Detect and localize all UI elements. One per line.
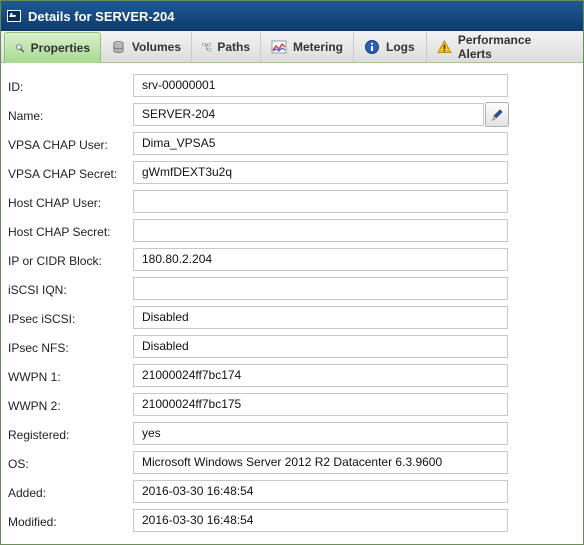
row-os: OS: Microsoft Windows Server 2012 R2 Dat…	[1, 450, 583, 479]
row-iscsi-iqn: iSCSI IQN:	[1, 276, 583, 305]
tab-label: Properties	[30, 41, 90, 55]
name-label: Name:	[8, 109, 44, 123]
host-chap-user-field[interactable]	[133, 190, 508, 213]
host-chap-secret-field[interactable]	[133, 219, 508, 242]
row-vpsa-chap-secret: VPSA CHAP Secret: gWmfDEXT3u2q	[1, 160, 583, 189]
paths-icon	[202, 43, 212, 51]
row-registered: Registered: yes	[1, 421, 583, 450]
tab-label: Logs	[386, 40, 415, 54]
wwpn2-field[interactable]: 21000024ff7bc175	[133, 393, 508, 416]
row-modified: Modified: 2016-03-30 16:48:54	[1, 508, 583, 537]
ip-cidr-field[interactable]: 180.80.2.204	[133, 248, 508, 271]
tab-label: Volumes	[131, 40, 181, 54]
pencil-icon	[492, 108, 503, 121]
ipsec-iscsi-label: IPsec iSCSI:	[8, 312, 76, 326]
ipsec-nfs-label: IPsec NFS:	[8, 341, 69, 355]
tab-label: Performance Alerts	[457, 33, 532, 61]
os-label: OS:	[8, 457, 29, 471]
vpsa-chap-secret-label: VPSA CHAP Secret:	[8, 167, 118, 181]
window-title: Details for SERVER-204	[28, 8, 175, 24]
details-window: Details for SERVER-204 Properties Volume…	[0, 0, 584, 545]
iscsi-iqn-label: iSCSI IQN:	[8, 283, 67, 297]
name-field[interactable]: SERVER-204	[133, 103, 484, 126]
wwpn1-field[interactable]: 21000024ff7bc174	[133, 364, 508, 387]
tab-volumes[interactable]: Volumes	[101, 32, 192, 62]
tab-paths[interactable]: Paths	[192, 32, 261, 62]
vpsa-chap-user-field[interactable]: Dima_VPSA5	[133, 132, 508, 155]
row-added: Added: 2016-03-30 16:48:54	[1, 479, 583, 508]
magnifier-icon	[16, 44, 25, 53]
modified-label: Modified:	[8, 515, 57, 529]
row-ipsec-iscsi: IPsec iSCSI: Disabled	[1, 305, 583, 334]
wwpn2-label: WWPN 2:	[8, 399, 61, 413]
row-host-chap-secret: Host CHAP Secret:	[1, 218, 583, 247]
added-label: Added:	[8, 486, 47, 500]
row-ip-cidr: IP or CIDR Block: 180.80.2.204	[1, 247, 583, 276]
tab-label: Metering	[292, 40, 343, 54]
ip-cidr-label: IP or CIDR Block:	[8, 254, 102, 268]
host-chap-secret-label: Host CHAP Secret:	[8, 225, 111, 239]
warning-icon	[437, 40, 452, 54]
id-field[interactable]: srv-00000001	[133, 74, 508, 97]
tab-logs[interactable]: Logs	[354, 32, 427, 62]
ipsec-iscsi-field[interactable]: Disabled	[133, 306, 508, 329]
chart-icon	[271, 40, 287, 54]
tab-metering[interactable]: Metering	[261, 32, 354, 62]
row-vpsa-chap-user: VPSA CHAP User: Dima_VPSA5	[1, 131, 583, 160]
row-id: ID: srv-00000001	[1, 73, 583, 102]
wwpn1-label: WWPN 1:	[8, 370, 61, 384]
modified-field[interactable]: 2016-03-30 16:48:54	[133, 509, 508, 532]
vpsa-chap-user-label: VPSA CHAP User:	[8, 138, 108, 152]
row-wwpn2: WWPN 2: 21000024ff7bc175	[1, 392, 583, 421]
database-icon	[113, 40, 124, 54]
host-chap-user-label: Host CHAP User:	[8, 196, 102, 210]
tab-performance-alerts[interactable]: Performance Alerts	[427, 32, 570, 62]
registered-field[interactable]: yes	[133, 422, 508, 445]
os-field[interactable]: Microsoft Windows Server 2012 R2 Datacen…	[133, 451, 508, 474]
row-name: Name: SERVER-204	[1, 102, 583, 131]
registered-label: Registered:	[8, 428, 70, 442]
vpsa-chap-secret-field[interactable]: gWmfDEXT3u2q	[133, 161, 508, 184]
iscsi-iqn-field[interactable]	[133, 277, 508, 300]
added-field[interactable]: 2016-03-30 16:48:54	[133, 480, 508, 503]
tab-bar: Properties Volumes Paths Metering Logs P…	[1, 31, 583, 63]
console-icon	[7, 10, 21, 22]
tab-label: Paths	[217, 40, 250, 54]
row-wwpn1: WWPN 1: 21000024ff7bc174	[1, 363, 583, 392]
edit-name-button[interactable]	[485, 102, 509, 127]
id-label: ID:	[8, 80, 24, 94]
tab-properties[interactable]: Properties	[4, 32, 101, 63]
row-host-chap-user: Host CHAP User:	[1, 189, 583, 218]
info-icon	[365, 40, 379, 54]
ipsec-nfs-field[interactable]: Disabled	[133, 335, 508, 358]
window-titlebar: Details for SERVER-204	[1, 1, 583, 31]
row-ipsec-nfs: IPsec NFS: Disabled	[1, 334, 583, 363]
